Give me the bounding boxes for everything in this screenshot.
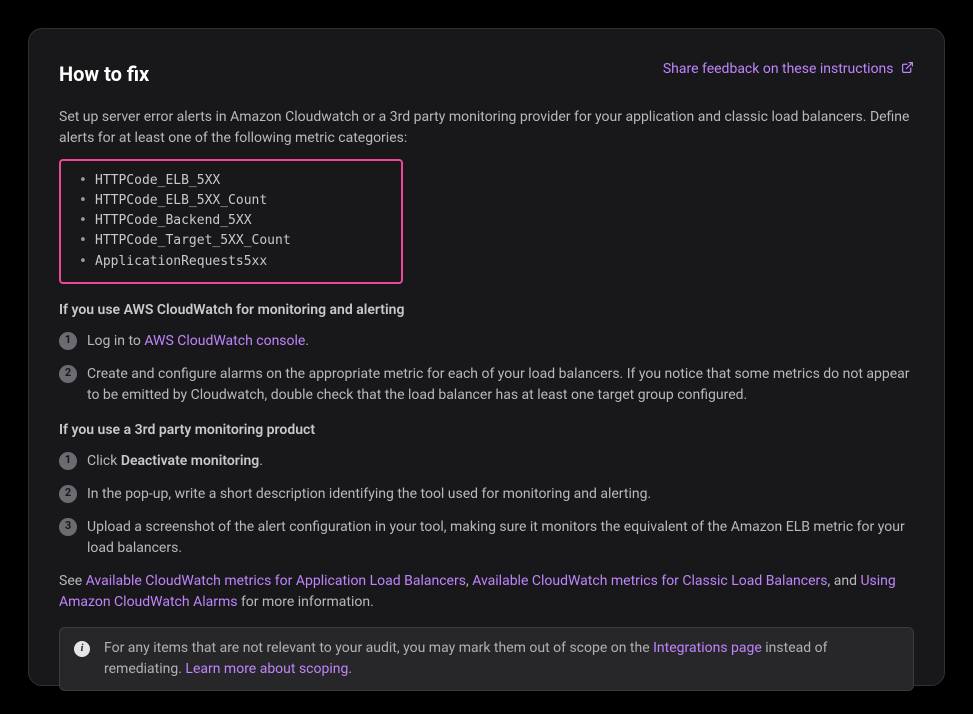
- section-label-aws: If you use AWS CloudWatch for monitoring…: [59, 300, 914, 321]
- info-callout: i For any items that are not relevant to…: [59, 627, 914, 691]
- step-item: 2 In the pop-up, write a short descripti…: [59, 484, 914, 505]
- deactivate-monitoring-label: Deactivate monitoring: [121, 453, 259, 469]
- steps-aws: 1 Log in to AWS CloudWatch console. 2 Cr…: [59, 331, 914, 406]
- cloudwatch-console-link[interactable]: AWS CloudWatch console: [144, 333, 305, 349]
- step-number-badge: 2: [59, 365, 77, 383]
- metric-item: HTTPCode_Backend_5XX: [79, 211, 401, 231]
- steps-3p: 1 Click Deactivate monitoring. 2 In the …: [59, 451, 914, 559]
- page-title: How to fix: [59, 59, 149, 89]
- step-item: 1 Click Deactivate monitoring.: [59, 451, 914, 472]
- metric-item: HTTPCode_ELB_5XX: [79, 171, 401, 191]
- step-number-badge: 1: [59, 332, 77, 350]
- scoping-link[interactable]: Learn more about scoping: [185, 661, 348, 677]
- metrics-list: HTTPCode_ELB_5XX HTTPCode_ELB_5XX_Count …: [61, 171, 401, 272]
- header-row: How to fix Share feedback on these instr…: [59, 59, 914, 89]
- step-text: Create and configure alarms on the appro…: [87, 364, 914, 406]
- step-number-badge: 2: [59, 485, 77, 503]
- section-label-3p: If you use a 3rd party monitoring produc…: [59, 420, 914, 441]
- step-text: Click Deactivate monitoring.: [87, 451, 914, 472]
- step-item: 2 Create and configure alarms on the app…: [59, 364, 914, 406]
- step-number-badge: 3: [59, 518, 77, 536]
- clb-metrics-link[interactable]: Available CloudWatch metrics for Classic…: [472, 573, 827, 589]
- step-text: In the pop-up, write a short description…: [87, 484, 914, 505]
- instructions-card: How to fix Share feedback on these instr…: [28, 28, 945, 686]
- metrics-highlight-box: HTTPCode_ELB_5XX HTTPCode_ELB_5XX_Count …: [59, 159, 403, 284]
- metric-item: ApplicationRequests5xx: [79, 252, 401, 272]
- external-link-icon: [901, 61, 914, 74]
- share-feedback-label: Share feedback on these instructions: [663, 61, 894, 77]
- step-text: Log in to AWS CloudWatch console.: [87, 331, 914, 352]
- see-also-text: See Available CloudWatch metrics for App…: [59, 571, 914, 613]
- step-item: 3 Upload a screenshot of the alert confi…: [59, 517, 914, 559]
- integrations-page-link[interactable]: Integrations page: [653, 640, 762, 656]
- share-feedback-link[interactable]: Share feedback on these instructions: [663, 59, 914, 80]
- step-text: Upload a screenshot of the alert configu…: [87, 517, 914, 559]
- info-text: For any items that are not relevant to y…: [104, 638, 899, 680]
- intro-text: Set up server error alerts in Amazon Clo…: [59, 107, 914, 149]
- metric-item: HTTPCode_ELB_5XX_Count: [79, 191, 401, 211]
- step-number-badge: 1: [59, 452, 77, 470]
- step-item: 1 Log in to AWS CloudWatch console.: [59, 331, 914, 352]
- info-icon: i: [74, 641, 90, 657]
- alb-metrics-link[interactable]: Available CloudWatch metrics for Applica…: [86, 573, 466, 589]
- metric-item: HTTPCode_Target_5XX_Count: [79, 231, 401, 251]
